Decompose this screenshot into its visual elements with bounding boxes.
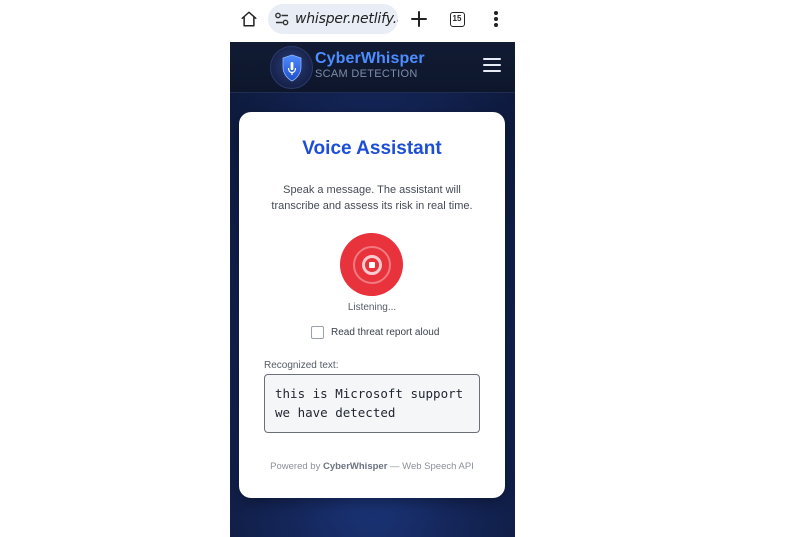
card-description: Speak a message. The assistant will tran… [271,184,473,212]
footer-brand: CyberWhisper [322,461,388,472]
tab-switcher-icon: 15 [449,11,465,27]
site-header: CyberWhisper SCAM DETECTION [230,42,515,93]
hamburger-icon[interactable] [483,58,501,74]
new-tab-button[interactable] [405,5,433,33]
card-title: Voice Assistant [302,138,442,159]
logo-link[interactable] [270,46,313,89]
more-vert-icon [494,11,498,27]
brand-name[interactable]: CyberWhisper [315,50,425,68]
home-icon [241,11,257,27]
brand-tagline: SCAM DETECTION [315,68,418,80]
read-aloud-option[interactable]: Read threat report aloud [311,326,439,339]
footer-suffix: — Web Speech API [390,461,474,472]
read-aloud-label[interactable]: Read threat report aloud [331,327,439,338]
plus-icon [411,11,427,27]
read-aloud-checkbox[interactable] [311,326,324,339]
footer-note: Powered by CyberWhisper — Web Speech API [239,461,505,472]
stop-recording-icon [352,245,391,284]
record-button[interactable] [340,233,403,296]
listening-status: Listening... [347,302,397,313]
browser-toolbar: whisper.netlify.app 15 [230,0,515,42]
footer-prefix: Powered by [270,461,321,472]
tab-count: 15 [452,14,462,23]
tab-switcher-button[interactable]: 15 [443,5,471,33]
tune-icon[interactable] [274,11,290,27]
url-text: whisper.netlify.app [295,11,398,27]
voice-assistant-card: Voice Assistant Speak a message. The ass… [239,112,505,498]
browser-menu-button[interactable] [482,5,510,33]
home-button[interactable] [235,5,263,33]
shield-mic-icon [282,54,301,81]
page-viewport: CyberWhisper SCAM DETECTION Voice Assist… [230,42,515,537]
recognized-text-box[interactable]: this is Microsoft support we have detect… [264,374,480,433]
address-bar[interactable]: whisper.netlify.app [268,4,398,34]
recognized-text-label: Recognized text: [264,360,339,371]
